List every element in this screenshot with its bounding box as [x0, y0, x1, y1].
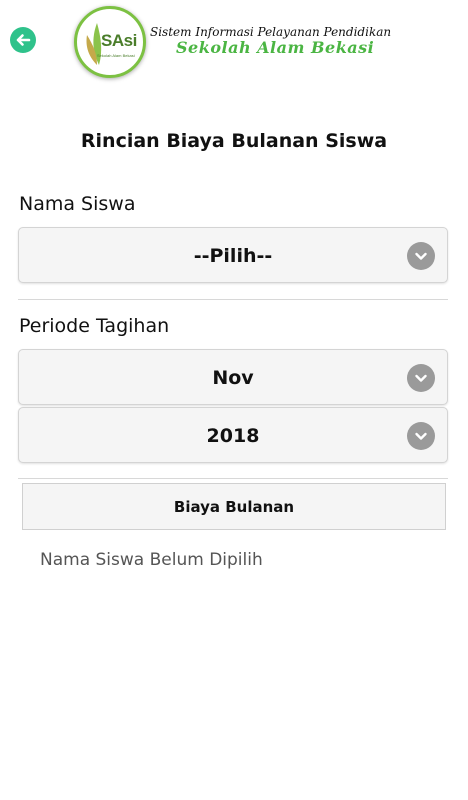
divider [18, 299, 448, 300]
status-text: Nama Siswa Belum Dipilih [40, 550, 263, 570]
back-button[interactable] [10, 27, 36, 53]
divider [18, 478, 448, 479]
monthly-fee-button[interactable]: Biaya Bulanan [22, 483, 446, 530]
logo-text: SAsi [101, 31, 137, 50]
app-title-line1: Sistem Informasi Pelayanan Pendidikan [150, 25, 392, 39]
app-title-line2: Sekolah Alam Bekasi [176, 38, 375, 57]
student-select-value: --Pilih-- [193, 245, 273, 267]
year-select[interactable]: 2018 [18, 407, 448, 463]
chevron-down-icon [407, 242, 435, 270]
student-label: Nama Siswa [19, 193, 136, 215]
chevron-down-icon [407, 422, 435, 450]
logo-subtext: Sekolah Alam Bekasi [97, 53, 135, 58]
app-header: SAsi Sekolah Alam Bekasi Sistem Informas… [0, 0, 468, 80]
month-select[interactable]: Nov [18, 349, 448, 405]
school-logo: SAsi Sekolah Alam Bekasi [74, 6, 146, 78]
month-select-value: Nov [212, 367, 254, 389]
chevron-down-icon [407, 364, 435, 392]
period-label: Periode Tagihan [19, 315, 170, 337]
student-select[interactable]: --Pilih-- [18, 227, 448, 283]
year-select-value: 2018 [206, 425, 260, 447]
arrow-left-icon [16, 34, 31, 46]
page-title: Rincian Biaya Bulanan Siswa [80, 130, 388, 152]
